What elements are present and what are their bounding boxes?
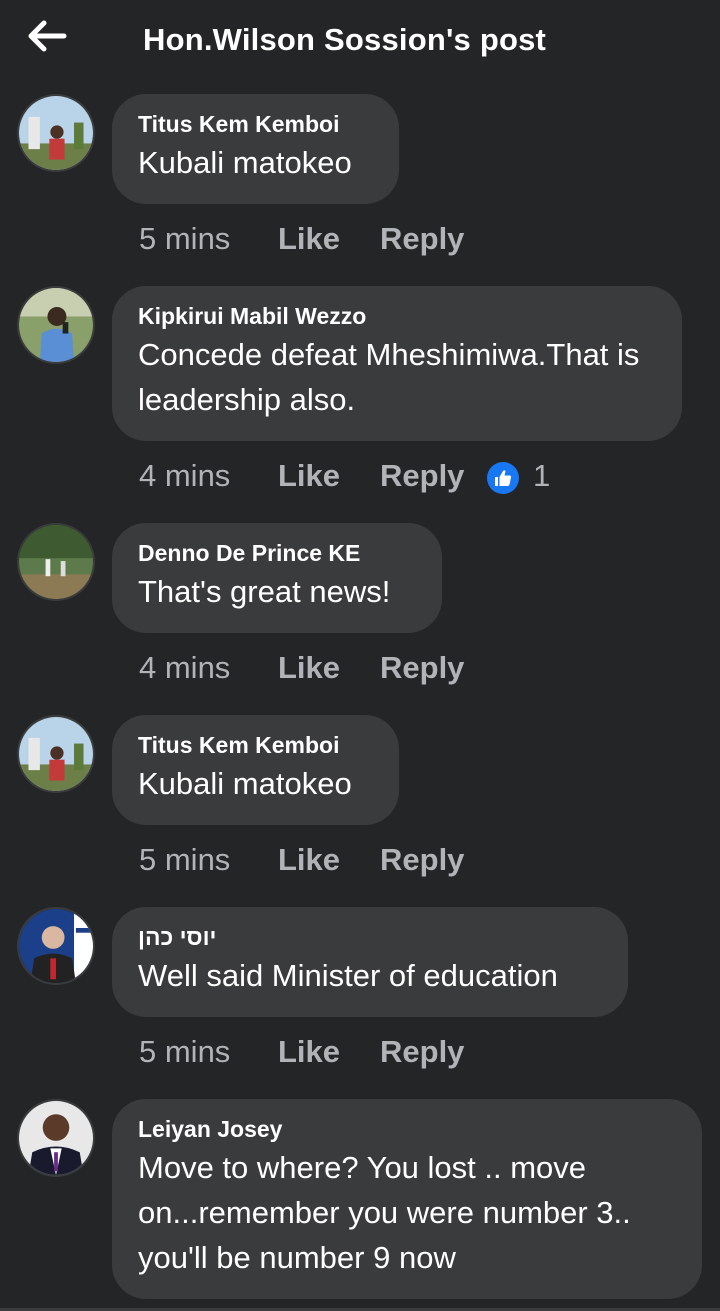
comment: Titus Kem Kemboi Kubali matokeo 5 mins L… — [0, 94, 720, 274]
comment: Kipkirui Mabil Wezzo Concede defeat Mhes… — [0, 286, 720, 506]
avatar-photo — [19, 717, 93, 791]
comment-time[interactable]: 4 mins — [139, 648, 230, 688]
reply-button[interactable]: Reply — [380, 840, 464, 880]
comment-bubble: יוסי כהן Well said Minister of education — [112, 907, 628, 1017]
top-bar: Hon.Wilson Sossion's post — [0, 0, 720, 84]
comment-text: That's great news! — [138, 574, 391, 609]
avatar-photo — [19, 96, 93, 170]
comment-author[interactable]: יוסי כהן — [138, 923, 602, 951]
back-button[interactable] — [26, 18, 70, 54]
comment-text: Move to where? You lost .. move on...rem… — [138, 1150, 631, 1275]
comment: Titus Kem Kemboi Kubali matokeo 5 mins L… — [0, 715, 720, 885]
avatar-photo — [19, 288, 93, 362]
comment-bubble: Titus Kem Kemboi Kubali matokeo — [112, 715, 399, 825]
like-button[interactable]: Like — [278, 456, 340, 496]
avatar[interactable] — [17, 94, 95, 172]
comment-text: Kubali matokeo — [138, 145, 352, 180]
comment-text: Kubali matokeo — [138, 766, 352, 801]
comment: Leiyan Josey Move to where? You lost .. … — [0, 1099, 720, 1304]
reply-button[interactable]: Reply — [380, 456, 464, 496]
comment: Denno De Prince KE That's great news! 4 … — [0, 523, 720, 693]
avatar[interactable] — [17, 286, 95, 364]
reaction-count[interactable]: 1 — [533, 456, 550, 496]
avatar[interactable] — [17, 1099, 95, 1177]
comment-author[interactable]: Leiyan Josey — [138, 1115, 676, 1143]
comment-author[interactable]: Kipkirui Mabil Wezzo — [138, 302, 656, 330]
reply-button[interactable]: Reply — [380, 1032, 464, 1072]
comment-author[interactable]: Titus Kem Kemboi — [138, 731, 373, 759]
comment-bubble: Denno De Prince KE That's great news! — [112, 523, 442, 633]
avatar[interactable] — [17, 715, 95, 793]
avatar-photo — [19, 525, 93, 599]
page-title: Hon.Wilson Sossion's post — [143, 22, 547, 57]
avatar[interactable] — [17, 523, 95, 601]
like-button[interactable]: Like — [278, 1032, 340, 1072]
comment-text: Well said Minister of education — [138, 958, 558, 993]
comment-time[interactable]: 4 mins — [139, 456, 230, 496]
comment-time[interactable]: 5 mins — [139, 219, 230, 259]
like-button[interactable]: Like — [278, 648, 340, 688]
comment: יוסי כהן Well said Minister of education… — [0, 907, 720, 1077]
arrow-left-icon — [28, 20, 67, 52]
avatar-photo — [19, 909, 93, 983]
comment-author[interactable]: Titus Kem Kemboi — [138, 110, 373, 138]
comment-bubble: Titus Kem Kemboi Kubali matokeo — [112, 94, 399, 204]
reply-button[interactable]: Reply — [380, 219, 464, 259]
reply-button[interactable]: Reply — [380, 648, 464, 688]
comment-author[interactable]: Denno De Prince KE — [138, 539, 416, 567]
comment-bubble: Leiyan Josey Move to where? You lost .. … — [112, 1099, 702, 1299]
comment-time[interactable]: 5 mins — [139, 1032, 230, 1072]
comment-text: Concede defeat Mheshimiwa.That is leader… — [138, 337, 640, 417]
comment-bubble: Kipkirui Mabil Wezzo Concede defeat Mhes… — [112, 286, 682, 441]
like-button[interactable]: Like — [278, 219, 340, 259]
like-button[interactable]: Like — [278, 840, 340, 880]
comment-time[interactable]: 5 mins — [139, 840, 230, 880]
avatar-photo — [19, 1101, 93, 1175]
avatar[interactable] — [17, 907, 95, 985]
like-reaction-icon[interactable] — [487, 462, 519, 494]
